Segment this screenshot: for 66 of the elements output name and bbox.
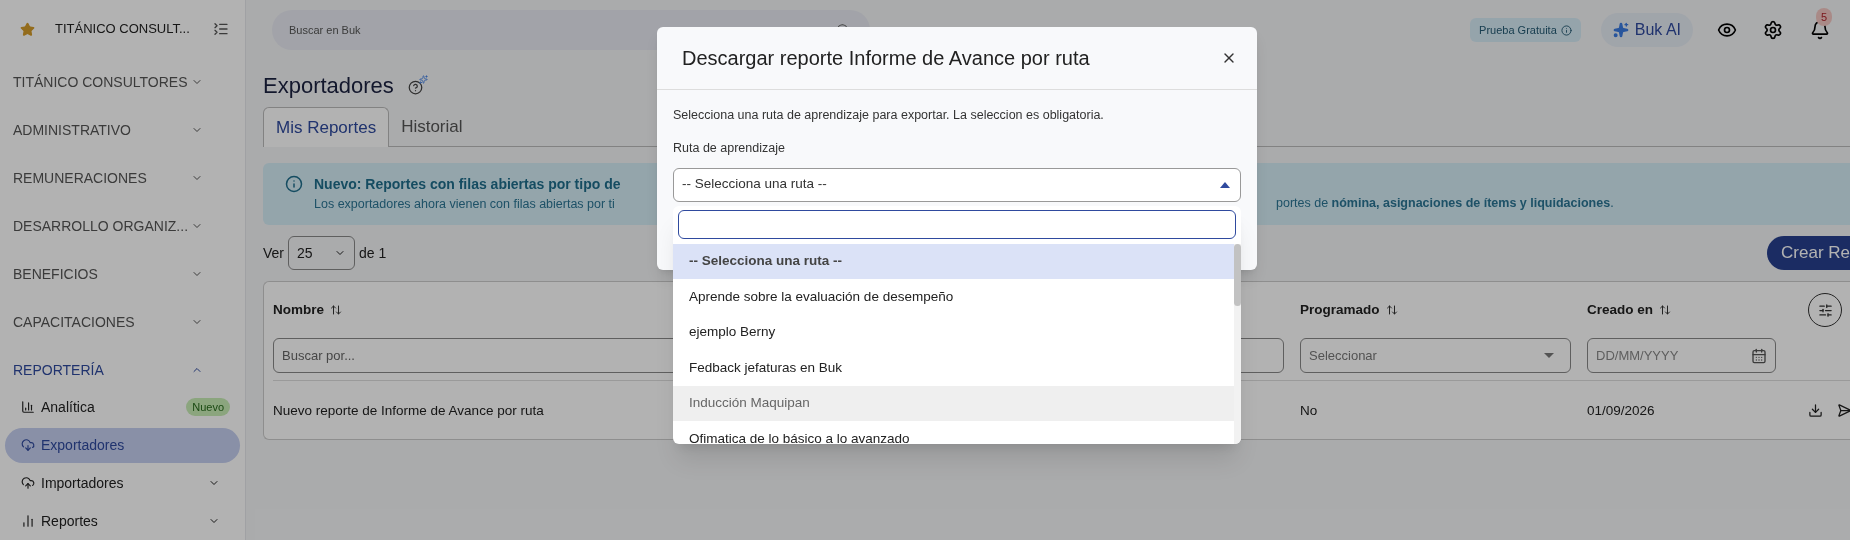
download-icon[interactable] bbox=[1808, 402, 1823, 418]
notifications-icon[interactable] bbox=[1810, 20, 1830, 40]
tab[interactable]: Historial bbox=[389, 107, 475, 146]
sidebar-section[interactable]: REPORTERÍA bbox=[0, 346, 245, 388]
create-report-button[interactable]: Crear Re bbox=[1767, 236, 1850, 270]
cloud-upload-icon bbox=[21, 476, 35, 490]
dropdown-option[interactable]: Aprende sobre la evaluación de desempeño bbox=[673, 279, 1234, 315]
collapse-menu-icon[interactable] bbox=[213, 21, 229, 37]
select-field[interactable]: Seleccionar bbox=[1300, 338, 1571, 373]
eye-icon[interactable] bbox=[1717, 20, 1737, 40]
sort-icon[interactable] bbox=[330, 304, 342, 316]
sidebar-item[interactable]: Exportadores bbox=[5, 427, 240, 463]
sidebar-section[interactable]: BENEFICIOS bbox=[0, 250, 245, 298]
trial-badge[interactable]: Prueba Gratuita bbox=[1470, 18, 1581, 42]
sort-icon[interactable] bbox=[1385, 304, 1398, 316]
column-header[interactable]: Creado en bbox=[1587, 299, 1654, 321]
column-header[interactable]: Nombre bbox=[273, 299, 324, 321]
calendar-icon[interactable] bbox=[1751, 347, 1767, 364]
sliders-icon bbox=[1817, 302, 1833, 318]
sidebar-section[interactable]: ADMINISTRATIVO bbox=[0, 106, 245, 154]
cloud-download-icon bbox=[21, 438, 35, 452]
tab[interactable]: Mis Reportes bbox=[263, 107, 390, 147]
banner-title: Nuevo: Reportes con filas abiertas por tipo de bbox=[314, 175, 622, 195]
scheduled-send-icon[interactable] bbox=[1837, 402, 1850, 418]
date-field[interactable]: DD/MM/YYYY bbox=[1587, 338, 1776, 373]
banner-text: Los exportadores ahora vienen con filas abiertas por ti bbox=[314, 196, 616, 214]
sparkle-icon bbox=[418, 75, 428, 84]
star-icon bbox=[20, 21, 35, 37]
dropdown-option[interactable]: Inducción Maquipan bbox=[673, 385, 1234, 421]
table-cell: 01/09/2026 bbox=[1587, 403, 1655, 418]
table-cell: No bbox=[1300, 403, 1318, 418]
chart-icon bbox=[21, 514, 35, 528]
sidebar-section[interactable]: REMUNERACIONES bbox=[0, 154, 245, 202]
modal-description: Selecciona una ruta de aprendizaje para exportar. La seleccion es obligatoria. bbox=[673, 107, 1105, 124]
pager-label: de 1 bbox=[359, 243, 387, 263]
caret-icon bbox=[1220, 181, 1230, 188]
dropdown-option[interactable]: -- Selecciona una ruta -- bbox=[673, 243, 1234, 279]
info-icon bbox=[285, 175, 303, 193]
notification-count: 5 bbox=[1816, 8, 1832, 26]
sparkle-icon bbox=[1612, 22, 1629, 38]
scrollbar[interactable] bbox=[1234, 243, 1241, 444]
sidebar-item[interactable]: Importadores bbox=[5, 465, 240, 501]
dropdown-option[interactable]: Ofimatica de lo básico a lo avanzado bbox=[673, 421, 1234, 444]
sidebar-section[interactable]: CAPACITACIONES bbox=[0, 298, 245, 346]
caret-icon bbox=[1544, 353, 1554, 358]
page-size-select[interactable]: 25 bbox=[288, 236, 355, 270]
column-header[interactable]: Programado bbox=[1300, 299, 1380, 321]
new-badge: Nuevo bbox=[186, 397, 230, 417]
info-icon bbox=[1560, 24, 1572, 36]
sidebar-item[interactable]: Reportes bbox=[5, 503, 240, 539]
banner-text: portes de nómina, asignaciones de ítems y liquidaciones. bbox=[1276, 195, 1614, 213]
pager-label: Ver bbox=[263, 243, 284, 263]
field-label: Ruta de aprendizaje bbox=[673, 139, 786, 157]
sidebar-section[interactable]: DESARROLLO ORGANIZ... bbox=[0, 202, 245, 250]
sidebar-item[interactable]: Analítica Nuevo bbox=[5, 389, 240, 425]
page-title: Exportadores bbox=[263, 71, 394, 100]
settings-icon[interactable] bbox=[1763, 20, 1783, 40]
table-cell: Nuevo reporte de Informe de Avance por ruta bbox=[273, 403, 544, 418]
ai-button[interactable]: Buk AI bbox=[1600, 13, 1693, 47]
help-icon[interactable] bbox=[407, 80, 423, 95]
company-name: TITÁNICO CONSULT... bbox=[55, 20, 191, 39]
bar-chart-icon bbox=[21, 400, 35, 414]
sort-icon[interactable] bbox=[1659, 304, 1672, 316]
sidebar-section[interactable]: TITÁNICO CONSULTORES bbox=[0, 58, 245, 106]
dropdown-search-field[interactable] bbox=[678, 209, 1236, 239]
route-select[interactable]: -- Selecciona una ruta -- bbox=[673, 167, 1241, 202]
